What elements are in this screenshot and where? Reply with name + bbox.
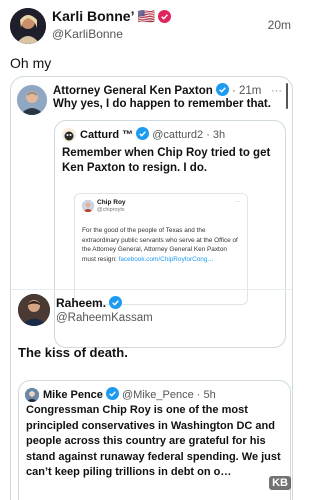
- chip-roy-avatar: [82, 200, 94, 212]
- pence-handle-time[interactable]: @Mike_Pence · 5h: [122, 389, 216, 401]
- divider: [11, 289, 292, 290]
- chip-more-icon: ···: [235, 199, 241, 205]
- karli-avatar[interactable]: [10, 8, 46, 44]
- karli-timestamp[interactable]: 20m: [268, 18, 291, 32]
- catturd-name[interactable]: Catturd ™ @catturd2 · 3h: [80, 127, 225, 141]
- paxton-post-text: Why yes, I do happen to remember that.: [53, 98, 271, 110]
- raheem-handle[interactable]: @RaheemKassam: [56, 312, 153, 324]
- pence-post-text: Congressman Chip Roy is one of the most …: [26, 404, 281, 478]
- karli-post-text: Oh my: [10, 55, 52, 71]
- chip-roy-name: Chip Roy: [97, 199, 126, 206]
- pence-name-text: Mike Pence: [43, 389, 103, 401]
- pence-name[interactable]: Mike Pence @Mike_Pence · 5h: [43, 387, 216, 401]
- verified-badge-icon: [215, 83, 229, 96]
- raheem-avatar[interactable]: [18, 294, 50, 326]
- karli-name[interactable]: Karli Bonne’ 🇺🇸: [52, 8, 172, 25]
- chip-roy-handle: @chiproytx: [97, 207, 125, 213]
- raheem-post-text: The kiss of death.: [18, 345, 128, 360]
- pence-avatar[interactable]: [25, 388, 39, 402]
- karli-name-text: Karli Bonne’ 🇺🇸: [52, 8, 156, 24]
- verified-badge-icon: [109, 296, 123, 309]
- pence-quoted-card[interactable]: Mike Pence @Mike_Pence · 5h Congressman …: [18, 380, 291, 500]
- paxton-quoted-card[interactable]: Attorney General Ken Paxton · 21m Why ye…: [10, 76, 293, 500]
- paxton-avatar[interactable]: [17, 85, 47, 115]
- verified-badge-icon: [136, 127, 150, 140]
- catturd-avatar[interactable]: [62, 128, 76, 142]
- catturd-post-text: Remember when Chip Roy tried to get Ken …: [62, 147, 271, 174]
- catturd-handle-time[interactable]: @catturd2 · 3h: [152, 129, 225, 141]
- chip-roy-link[interactable]: facebook.com/ChipRoyforCong…: [119, 256, 214, 263]
- verified-badge-icon: [158, 10, 172, 23]
- raheem-name-text: Raheem.: [56, 296, 107, 310]
- kb-watermark: KB: [269, 476, 291, 490]
- paxton-name[interactable]: Attorney General Ken Paxton · 21m: [53, 83, 261, 97]
- more-options-icon[interactable]: ···: [271, 85, 282, 97]
- raheem-name[interactable]: Raheem.: [56, 296, 123, 310]
- verified-badge-icon: [105, 387, 119, 400]
- paxton-timestamp[interactable]: · 21m: [232, 85, 261, 97]
- scrollbar[interactable]: [286, 83, 288, 109]
- chip-roy-post-text: For the good of the people of Texas and …: [82, 226, 242, 264]
- karli-handle[interactable]: @KarliBonne: [52, 27, 123, 41]
- paxton-name-text: Attorney General Ken Paxton: [53, 85, 213, 97]
- catturd-name-text: Catturd ™: [80, 129, 134, 141]
